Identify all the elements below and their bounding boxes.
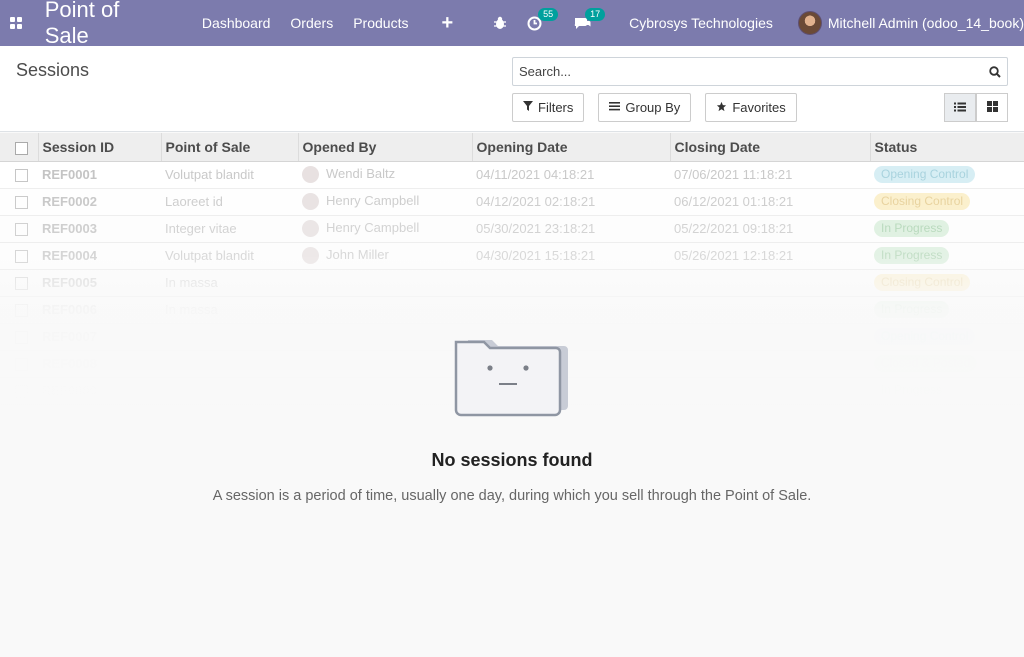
closing-date-cell: 05/22/2021 09:18:21 bbox=[670, 215, 870, 243]
menu-dashboard[interactable]: Dashboard bbox=[202, 15, 271, 31]
pos-name-cell: Laoreet id bbox=[161, 188, 298, 216]
table-row[interactable]: REF0001 Volutpat blandit Wendi Baltz 04/11/… bbox=[0, 161, 1024, 189]
user-avatar-icon bbox=[302, 166, 319, 184]
table-row[interactable]: REF0003 Integer vitae Henry Campbell 05/30/… bbox=[0, 215, 1024, 243]
activity-clock-icon[interactable]: 55 bbox=[527, 7, 559, 31]
closing-date-cell: 07/06/2021 11:18:21 bbox=[670, 161, 870, 189]
row-select-cell bbox=[0, 161, 38, 189]
empty-state-title: No sessions found bbox=[431, 450, 593, 470]
row-checkbox[interactable] bbox=[15, 169, 28, 183]
status-cell: Opening Control bbox=[870, 161, 1024, 189]
status-cell: In Progress bbox=[870, 215, 1024, 243]
pos-name-cell: Integer vitae bbox=[161, 215, 298, 243]
opening-date-cell: 05/30/2021 23:18:21 bbox=[472, 215, 670, 243]
group-by-button[interactable]: Group By bbox=[598, 93, 692, 122]
opened-by-cell: Henry Campbell bbox=[298, 215, 472, 243]
top-navbar: Point of Sale Dashboard Orders Products … bbox=[0, 0, 1024, 49]
kanban-icon bbox=[986, 100, 998, 115]
row-select-cell bbox=[0, 188, 38, 216]
search-input[interactable] bbox=[513, 58, 983, 85]
status-badge: In Progress bbox=[874, 220, 950, 237]
empty-folder-icon bbox=[454, 340, 568, 417]
closing-date-cell: 06/12/2021 01:18:21 bbox=[670, 188, 870, 216]
opened-by-name: Wendi Baltz bbox=[326, 165, 396, 181]
user-avatar-icon bbox=[302, 193, 319, 211]
status-badge: Closing Control bbox=[874, 193, 971, 210]
session-id-cell: REF0001 bbox=[38, 161, 161, 189]
kanban-view-button[interactable] bbox=[976, 93, 1008, 122]
table-row[interactable]: REF0002 Laoreet id Henry Campbell 04/12/202… bbox=[0, 188, 1024, 216]
bars-icon bbox=[609, 101, 621, 114]
filters-label: Filters bbox=[538, 100, 574, 115]
session-id-cell: REF0003 bbox=[38, 215, 161, 243]
activities-badge: 55 bbox=[538, 7, 559, 21]
app-brand[interactable]: Point of Sale bbox=[45, 0, 154, 49]
user-avatar-icon bbox=[302, 220, 319, 238]
session-id-cell: REF0002 bbox=[38, 188, 161, 216]
opened-by-name: Henry Campbell bbox=[326, 192, 420, 208]
favorites-label: Favorites bbox=[732, 100, 786, 115]
messages-badge: 17 bbox=[585, 8, 606, 21]
pos-name-cell: Volutpat blandit bbox=[161, 161, 298, 189]
col-status[interactable]: Status bbox=[870, 133, 1024, 162]
col-closing-date[interactable]: Closing Date bbox=[670, 133, 871, 162]
col-opened-by[interactable]: Opened By bbox=[298, 133, 473, 162]
debug-bug-icon[interactable] bbox=[493, 16, 507, 30]
breadcrumb: Sessions bbox=[16, 60, 90, 80]
select-all-checkbox[interactable] bbox=[15, 141, 28, 155]
menu-products[interactable]: Products bbox=[353, 15, 408, 31]
table-header-row: Session ID Point of Sale Opened By Openi… bbox=[0, 133, 1024, 162]
grid-icon bbox=[9, 17, 22, 29]
filters-button[interactable]: Filters bbox=[512, 93, 585, 122]
control-panel: Sessions Filters Group By Favorites bbox=[0, 46, 1024, 132]
col-opening-date[interactable]: Opening Date bbox=[472, 133, 671, 162]
favorites-button[interactable]: Favorites bbox=[705, 93, 797, 122]
col-session-id[interactable]: Session ID bbox=[38, 133, 162, 162]
user-menu[interactable]: Mitchell Admin (odoo_14_book) bbox=[797, 11, 1024, 35]
apps-menu-button[interactable] bbox=[1, 0, 31, 46]
search-box bbox=[512, 57, 1008, 86]
menu-orders[interactable]: Orders bbox=[290, 15, 333, 31]
company-switcher[interactable]: Cybrosys Technologies bbox=[629, 15, 773, 31]
list-icon bbox=[954, 100, 966, 115]
user-avatar bbox=[797, 11, 822, 35]
search-icon[interactable] bbox=[983, 65, 1007, 78]
list-view-button[interactable] bbox=[944, 93, 976, 122]
status-badge: Opening Control bbox=[874, 166, 976, 183]
row-select-cell bbox=[0, 215, 38, 243]
opening-date-cell: 04/11/2021 04:18:21 bbox=[472, 161, 670, 189]
plus-icon[interactable]: + bbox=[441, 13, 453, 33]
row-checkbox[interactable] bbox=[15, 223, 28, 237]
group-by-label: Group By bbox=[625, 100, 681, 115]
opened-by-name: Henry Campbell bbox=[326, 219, 420, 235]
status-cell: Closing Control bbox=[870, 188, 1024, 216]
opening-date-cell: 04/12/2021 02:18:21 bbox=[472, 188, 670, 216]
filter-icon bbox=[523, 101, 533, 114]
row-checkbox[interactable] bbox=[15, 196, 28, 210]
empty-state-text: A session is a period of time, usually o… bbox=[212, 488, 812, 504]
select-all-cell bbox=[0, 133, 39, 162]
col-point-of-sale[interactable]: Point of Sale bbox=[161, 133, 299, 162]
user-name: Mitchell Admin (odoo_14_book) bbox=[827, 15, 1024, 31]
messages-chat-icon[interactable]: 17 bbox=[574, 8, 606, 30]
opened-by-cell: Henry Campbell bbox=[298, 188, 472, 216]
opened-by-cell: Wendi Baltz bbox=[298, 161, 472, 189]
star-icon bbox=[716, 101, 727, 115]
